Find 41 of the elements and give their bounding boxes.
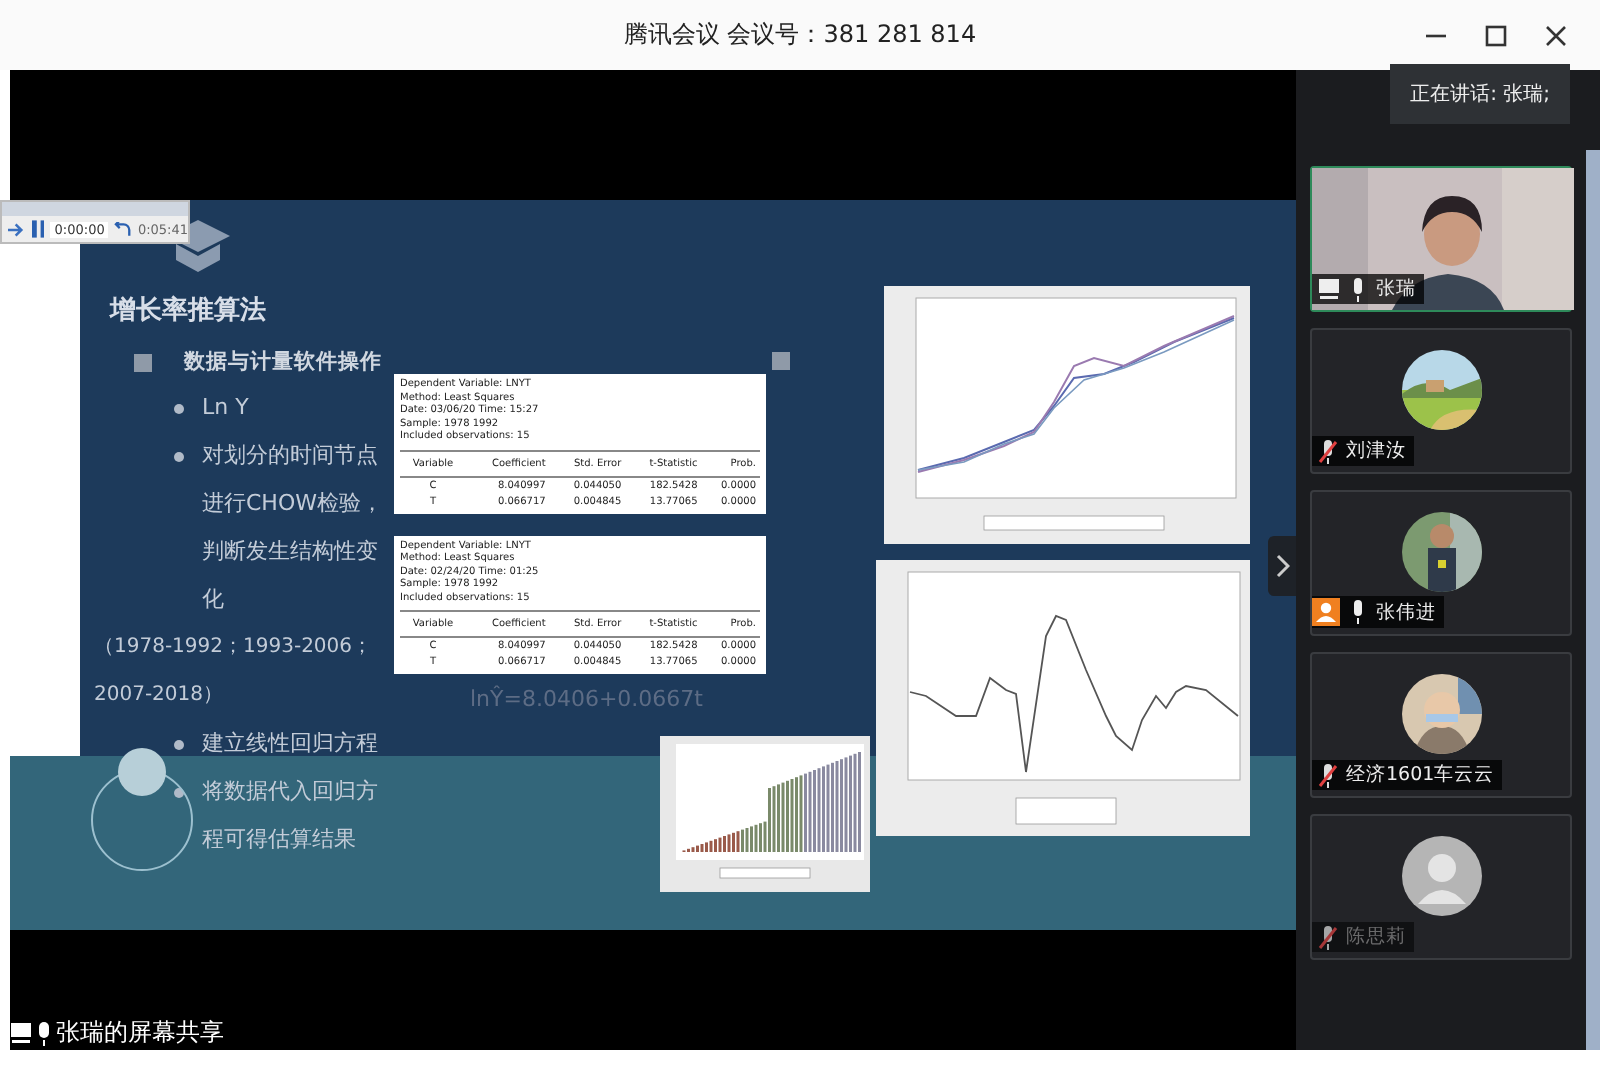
participant-name: 刘津汝 xyxy=(1346,438,1406,464)
chart-legend xyxy=(719,867,811,879)
slide-title: 增长率推算法 xyxy=(110,293,268,328)
participant-tile[interactable]: 陈思莉 xyxy=(1310,814,1572,960)
circle-decoration-drawing xyxy=(90,746,194,874)
screen-share-icon xyxy=(10,1022,32,1044)
pause-icon[interactable] xyxy=(31,220,45,238)
note-text: （1978-1992；1993-2006；2007-2018） xyxy=(94,634,375,710)
participant-name: 张瑞 xyxy=(1376,276,1416,302)
share-label: 张瑞的屏幕共享 xyxy=(56,1016,224,1050)
bullet-dot-icon xyxy=(174,740,184,750)
scrollbar[interactable] xyxy=(1586,150,1600,1050)
bullet-text: 建立线性回归方程 xyxy=(202,728,380,760)
speaking-text: 正在讲话: 张瑞; xyxy=(1410,84,1550,106)
bullet-text: 将数据代入回归方程可得估算结果 xyxy=(202,776,380,856)
maximize-icon[interactable] xyxy=(1484,24,1508,48)
bullet-dot-icon xyxy=(174,452,184,462)
chevron-right-icon xyxy=(1275,554,1289,578)
regression-equation: lnŶ=8.0406+0.0667t xyxy=(470,686,705,712)
participant-tile[interactable]: 经济1601车云云 xyxy=(1310,652,1572,798)
bullet-text: Ln Y xyxy=(202,392,251,424)
bullet-dot-icon xyxy=(174,788,184,798)
close-icon[interactable] xyxy=(1544,24,1568,48)
participant-name: 经济1601车云云 xyxy=(1346,762,1495,788)
window-title: 腾讯会议 会议号：381 281 814 xyxy=(623,18,977,52)
bullet-text: 对划分的时间节点进行CHOW检验，判断发生结构性变化 xyxy=(202,440,385,616)
participant-name: 张伟进 xyxy=(1376,599,1436,625)
default-avatar-icon xyxy=(1401,836,1481,916)
participant-name: 陈思莉 xyxy=(1346,924,1406,950)
arrow-right-icon[interactable] xyxy=(8,221,26,237)
next-page-button[interactable] xyxy=(1268,536,1296,596)
rewind-icon[interactable] xyxy=(114,221,132,237)
microphone-icon xyxy=(36,1021,52,1045)
chart-legend xyxy=(1015,797,1117,825)
participant-tile[interactable]: 刘津汝 xyxy=(1310,328,1572,474)
square-bullet-icon xyxy=(772,352,790,370)
square-bullet-icon xyxy=(134,353,152,371)
section-heading: 数据与计量软件操作 xyxy=(184,348,382,376)
participant-tile[interactable]: 张伟进 xyxy=(1310,490,1572,636)
bullet-dot-icon xyxy=(174,404,184,414)
participant-tile[interactable]: 张瑞 xyxy=(1310,166,1572,312)
